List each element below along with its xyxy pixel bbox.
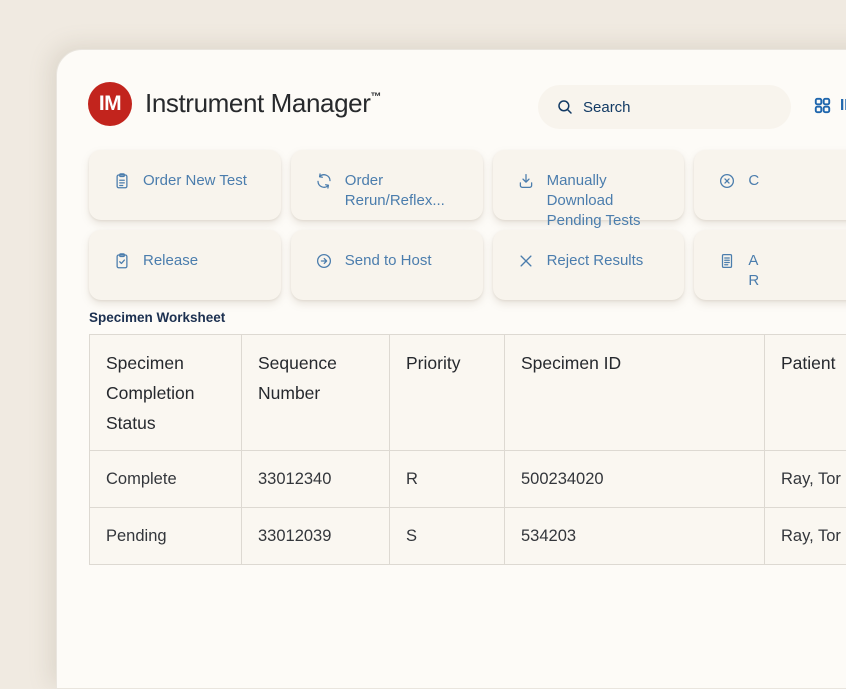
col-header-priority: Priority: [390, 335, 505, 451]
action-label: Reject Results: [547, 251, 644, 271]
rerun-icon: [315, 172, 333, 196]
clipboard-check-icon: [113, 252, 131, 276]
cancel-circle-icon: [718, 172, 736, 196]
im-logo: IM: [88, 82, 132, 126]
action-label: Release: [143, 251, 198, 271]
send-to-host-button[interactable]: Send to Host: [291, 230, 483, 300]
worksheet-header-row: Specimen Completion Status Sequence Numb…: [90, 335, 846, 451]
apps-menu[interactable]: IM: [813, 96, 846, 115]
cell-priority: R: [390, 451, 505, 508]
worksheet-title: Specimen Worksheet: [89, 310, 846, 325]
col-header-sequence-number: Sequence Number: [242, 335, 390, 451]
action-label: Order Rerun/Reflex...: [345, 171, 469, 211]
action-label-line2: R: [748, 271, 759, 291]
search-box[interactable]: [538, 85, 791, 129]
order-new-test-button[interactable]: Order New Test: [89, 150, 281, 220]
document-lines-icon: [718, 252, 736, 276]
col-header-specimen-id: Specimen ID: [505, 335, 765, 451]
action-label: Order New Test: [143, 171, 247, 191]
app-title: Instrument Manager™: [145, 88, 381, 119]
search-input[interactable]: [583, 99, 763, 116]
table-row[interactable]: Pending 33012039 S 534203 Ray, Tor: [90, 508, 846, 565]
im-logo-text: IM: [99, 92, 121, 116]
cell-specimen-id: 500234020: [505, 451, 765, 508]
cell-completion-status: Complete: [90, 451, 242, 508]
specimen-worksheet-table: Specimen Completion Status Sequence Numb…: [89, 334, 846, 565]
col-header-specimen-completion-status: Specimen Completion Status: [90, 335, 242, 451]
search-icon: [556, 98, 574, 116]
apps-menu-label: IM: [840, 97, 846, 115]
action-label: Manually Download Pending Tests: [547, 171, 671, 231]
action-row-2: Release Send to Host Reject Results: [89, 230, 846, 300]
action-label: C: [748, 171, 759, 191]
app-window: IM Instrument Manager™ IM: [56, 49, 846, 689]
cell-sequence-number: 33012340: [242, 451, 390, 508]
trademark-symbol: ™: [370, 91, 381, 103]
x-icon: [517, 252, 535, 276]
partial-action-button-cancel[interactable]: C: [694, 150, 846, 220]
cell-patient: Ray, Tor: [765, 451, 846, 508]
action-button-grid: Order New Test Order Rerun/Reflex...: [89, 150, 846, 300]
col-header-patient: Patient: [765, 335, 846, 451]
cell-specimen-id: 534203: [505, 508, 765, 565]
table-row[interactable]: Complete 33012340 R 500234020 Ray, Tor: [90, 451, 846, 508]
arrow-right-circle-icon: [315, 252, 333, 276]
cell-completion-status: Pending: [90, 508, 242, 565]
partial-action-button-report[interactable]: A R: [694, 230, 846, 300]
download-icon: [517, 172, 535, 196]
release-button[interactable]: Release: [89, 230, 281, 300]
clipboard-list-icon: [113, 172, 131, 196]
cell-priority: S: [390, 508, 505, 565]
order-rerun-reflex-button[interactable]: Order Rerun/Reflex...: [291, 150, 483, 220]
header: IM Instrument Manager™ IM: [57, 50, 846, 150]
manually-download-pending-tests-button[interactable]: Manually Download Pending Tests: [493, 150, 685, 220]
action-label: A: [748, 251, 759, 271]
reject-results-button[interactable]: Reject Results: [493, 230, 685, 300]
action-row-1: Order New Test Order Rerun/Reflex...: [89, 150, 846, 220]
cell-sequence-number: 33012039: [242, 508, 390, 565]
action-label: Send to Host: [345, 251, 432, 271]
apps-grid-icon: [813, 96, 832, 115]
cell-patient: Ray, Tor: [765, 508, 846, 565]
